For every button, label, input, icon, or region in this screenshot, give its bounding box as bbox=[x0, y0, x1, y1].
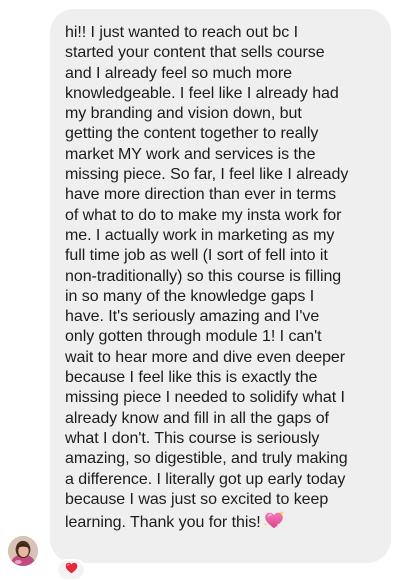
message-line: missing piece I needed to solidify what … bbox=[65, 389, 345, 407]
message-line: knowledgeable. I feel like I already had bbox=[65, 84, 339, 102]
message-line: non-traditionally) so this course is fil… bbox=[65, 267, 342, 285]
message-line: wait to hear more and dive even deeper bbox=[65, 348, 346, 366]
message-line: only gotten through module 1! I can't bbox=[65, 328, 322, 346]
message-line: getting the content together to really bbox=[65, 125, 319, 143]
message-line: what I don't. This course is seriously bbox=[65, 429, 320, 447]
message-text: hi!! I just wanted to reach out bc I sta… bbox=[65, 23, 375, 536]
message-line: missing piece. So far, I feel like I alr… bbox=[65, 166, 349, 184]
message-line: already know and fill in all the gaps of bbox=[65, 409, 329, 427]
message-line: have more direction than ever in terms bbox=[65, 186, 337, 204]
message-line: my branding and vision down, but bbox=[65, 105, 302, 123]
message-line: and I already feel so much more bbox=[65, 64, 293, 82]
message-line: in so many of the knowledge gaps I bbox=[65, 287, 315, 305]
message-line: full time job as well (I sort of fell in… bbox=[65, 247, 328, 265]
reaction-badge[interactable] bbox=[56, 559, 86, 580]
message-line: started your content that sells course bbox=[65, 44, 325, 62]
message-line: hi!! I just wanted to reach out bc I bbox=[65, 24, 298, 41]
message-line: amazing, so digestible, and truly making bbox=[65, 450, 348, 468]
red-heart-icon bbox=[65, 561, 78, 579]
message-line: of what to do to make my insta work for bbox=[65, 206, 342, 224]
message-line-last: learning. Thank you for this! bbox=[65, 510, 375, 536]
message-line: learning. Thank you for this! bbox=[65, 514, 261, 532]
sparkling-heart-icon bbox=[263, 510, 285, 536]
message-bubble[interactable]: hi!! I just wanted to reach out bc I sta… bbox=[50, 9, 391, 563]
message-line: market MY work and services is the bbox=[65, 145, 316, 163]
chat-screen: hi!! I just wanted to reach out bc I sta… bbox=[0, 0, 400, 580]
message-line: have. It's seriously amazing and I've bbox=[65, 308, 320, 326]
avatar[interactable] bbox=[8, 536, 38, 566]
message-line: because I was just so excited to keep bbox=[65, 490, 329, 508]
avatar-photo bbox=[8, 536, 38, 566]
message-line: me. I actually work in marketing as my bbox=[65, 226, 335, 244]
message-line: a difference. I literally got up early t… bbox=[65, 470, 346, 488]
message-line: because I feel like this is exactly the bbox=[65, 369, 318, 387]
